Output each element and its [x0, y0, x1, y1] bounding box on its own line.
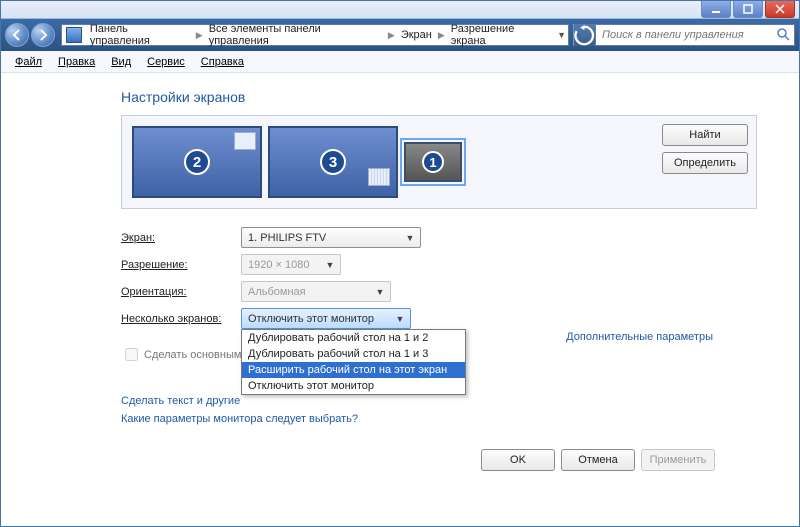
apply-button[interactable]: Применить [641, 449, 715, 471]
search-icon [776, 27, 790, 44]
chevron-down-icon[interactable]: ▼ [555, 30, 568, 40]
chevron-down-icon: ▼ [392, 314, 408, 324]
resolution-value: 1920 × 1080 [248, 259, 309, 271]
dialog-button-row: OK Отмена Применить [121, 443, 757, 481]
ok-button[interactable]: OK [481, 449, 555, 471]
resolution-dropdown[interactable]: 1920 × 1080 ▼ [241, 254, 341, 275]
menu-file[interactable]: Файл [7, 54, 50, 70]
menu-bar: Файл Правка Вид Сервис Справка [1, 51, 799, 73]
menu-option-duplicate-13[interactable]: Дублировать рабочий стол на 1 и 3 [242, 346, 465, 362]
identify-button[interactable]: Определить [662, 152, 748, 174]
search-input[interactable] [600, 28, 776, 42]
menu-option-disconnect[interactable]: Отключить этот монитор [242, 378, 465, 394]
row-screen: Экран: 1. PHILIPS FTV ▼ [121, 227, 757, 248]
menu-option-extend[interactable]: Расширить рабочий стол на этот экран [242, 362, 465, 378]
chevron-right-icon: ▶ [194, 30, 205, 41]
refresh-button[interactable] [573, 24, 595, 46]
row-orientation: Ориентация: Альбомная ▼ [121, 281, 757, 302]
label-screen: Экран: [121, 232, 241, 244]
monitor-number: 1 [422, 151, 444, 173]
text-size-link[interactable]: Сделать текст и другие [121, 395, 757, 407]
which-monitor-link[interactable]: Какие параметры монитора следует выбрать… [121, 413, 757, 425]
make-primary-checkbox[interactable] [125, 348, 138, 361]
back-arrow-icon [11, 29, 23, 41]
find-button[interactable]: Найти [662, 124, 748, 146]
monitor-1-selected[interactable]: 1 [404, 142, 462, 182]
monitor-number: 2 [184, 149, 210, 175]
menu-edit[interactable]: Правка [50, 54, 103, 70]
titlebar [1, 1, 799, 19]
multiple-displays-dropdown[interactable]: Отключить этот монитор ▼ [241, 308, 411, 329]
navigation-bar: Панель управления ▶ Все элементы панели … [1, 19, 799, 51]
breadcrumb-item[interactable]: Все элементы панели управления [205, 25, 386, 45]
orientation-dropdown[interactable]: Альбомная ▼ [241, 281, 391, 302]
row-multiple: Несколько экранов: Отключить этот монито… [121, 308, 757, 329]
menu-tools[interactable]: Сервис [139, 54, 193, 70]
page-title: Настройки экранов [121, 89, 757, 105]
monitor-preview-panel: 2 3 1 Найти Определить [121, 115, 757, 209]
breadcrumb-item[interactable]: Панель управления [86, 25, 194, 45]
multiple-displays-menu: Дублировать рабочий стол на 1 и 2 Дублир… [241, 329, 466, 395]
screen-dropdown[interactable]: 1. PHILIPS FTV ▼ [241, 227, 421, 248]
control-panel-icon [66, 27, 82, 43]
monitor-2[interactable]: 2 [132, 126, 262, 198]
monitor-number: 3 [320, 149, 346, 175]
window-icon [234, 132, 256, 150]
chevron-down-icon: ▼ [372, 287, 388, 297]
maximize-button[interactable] [733, 1, 763, 18]
panel-button-group: Найти Определить [662, 124, 748, 200]
breadcrumb-item[interactable]: Разрешение экрана [447, 25, 555, 45]
advanced-settings-link[interactable]: Дополнительные параметры [566, 331, 713, 343]
content-area: Настройки экранов 2 3 1 Найти Определить [1, 73, 799, 526]
search-box[interactable] [595, 24, 795, 46]
multiple-value: Отключить этот монитор [248, 313, 374, 325]
back-button[interactable] [5, 23, 29, 47]
maximize-icon [743, 4, 753, 14]
close-button[interactable] [765, 1, 795, 18]
menu-view[interactable]: Вид [103, 54, 139, 70]
window-frame: Панель управления ▶ Все элементы панели … [0, 0, 800, 527]
window-icon [368, 168, 390, 186]
minimize-button[interactable] [701, 1, 731, 18]
label-multiple: Несколько экранов: [121, 313, 241, 325]
chevron-down-icon: ▼ [322, 260, 338, 270]
cancel-button[interactable]: Отмена [561, 449, 635, 471]
monitor-3[interactable]: 3 [268, 126, 398, 198]
chevron-right-icon: ▶ [436, 30, 447, 41]
menu-option-duplicate-12[interactable]: Дублировать рабочий стол на 1 и 2 [242, 330, 465, 346]
label-orientation: Ориентация: [121, 286, 241, 298]
chevron-right-icon: ▶ [386, 30, 397, 41]
close-icon [775, 4, 785, 14]
address-bar[interactable]: Панель управления ▶ Все элементы панели … [61, 24, 569, 46]
orientation-value: Альбомная [248, 286, 306, 298]
forward-arrow-icon [37, 29, 49, 41]
refresh-icon [574, 25, 595, 46]
breadcrumb-item[interactable]: Экран [397, 25, 436, 45]
minimize-icon [711, 4, 721, 14]
label-resolution: Разрешение: [121, 259, 241, 271]
monitor-layout[interactable]: 2 3 1 [130, 124, 652, 200]
screen-value: 1. PHILIPS FTV [248, 232, 326, 244]
forward-button[interactable] [31, 23, 55, 47]
row-resolution: Разрешение: 1920 × 1080 ▼ [121, 254, 757, 275]
chevron-down-icon: ▼ [402, 233, 418, 243]
menu-help[interactable]: Справка [193, 54, 252, 70]
